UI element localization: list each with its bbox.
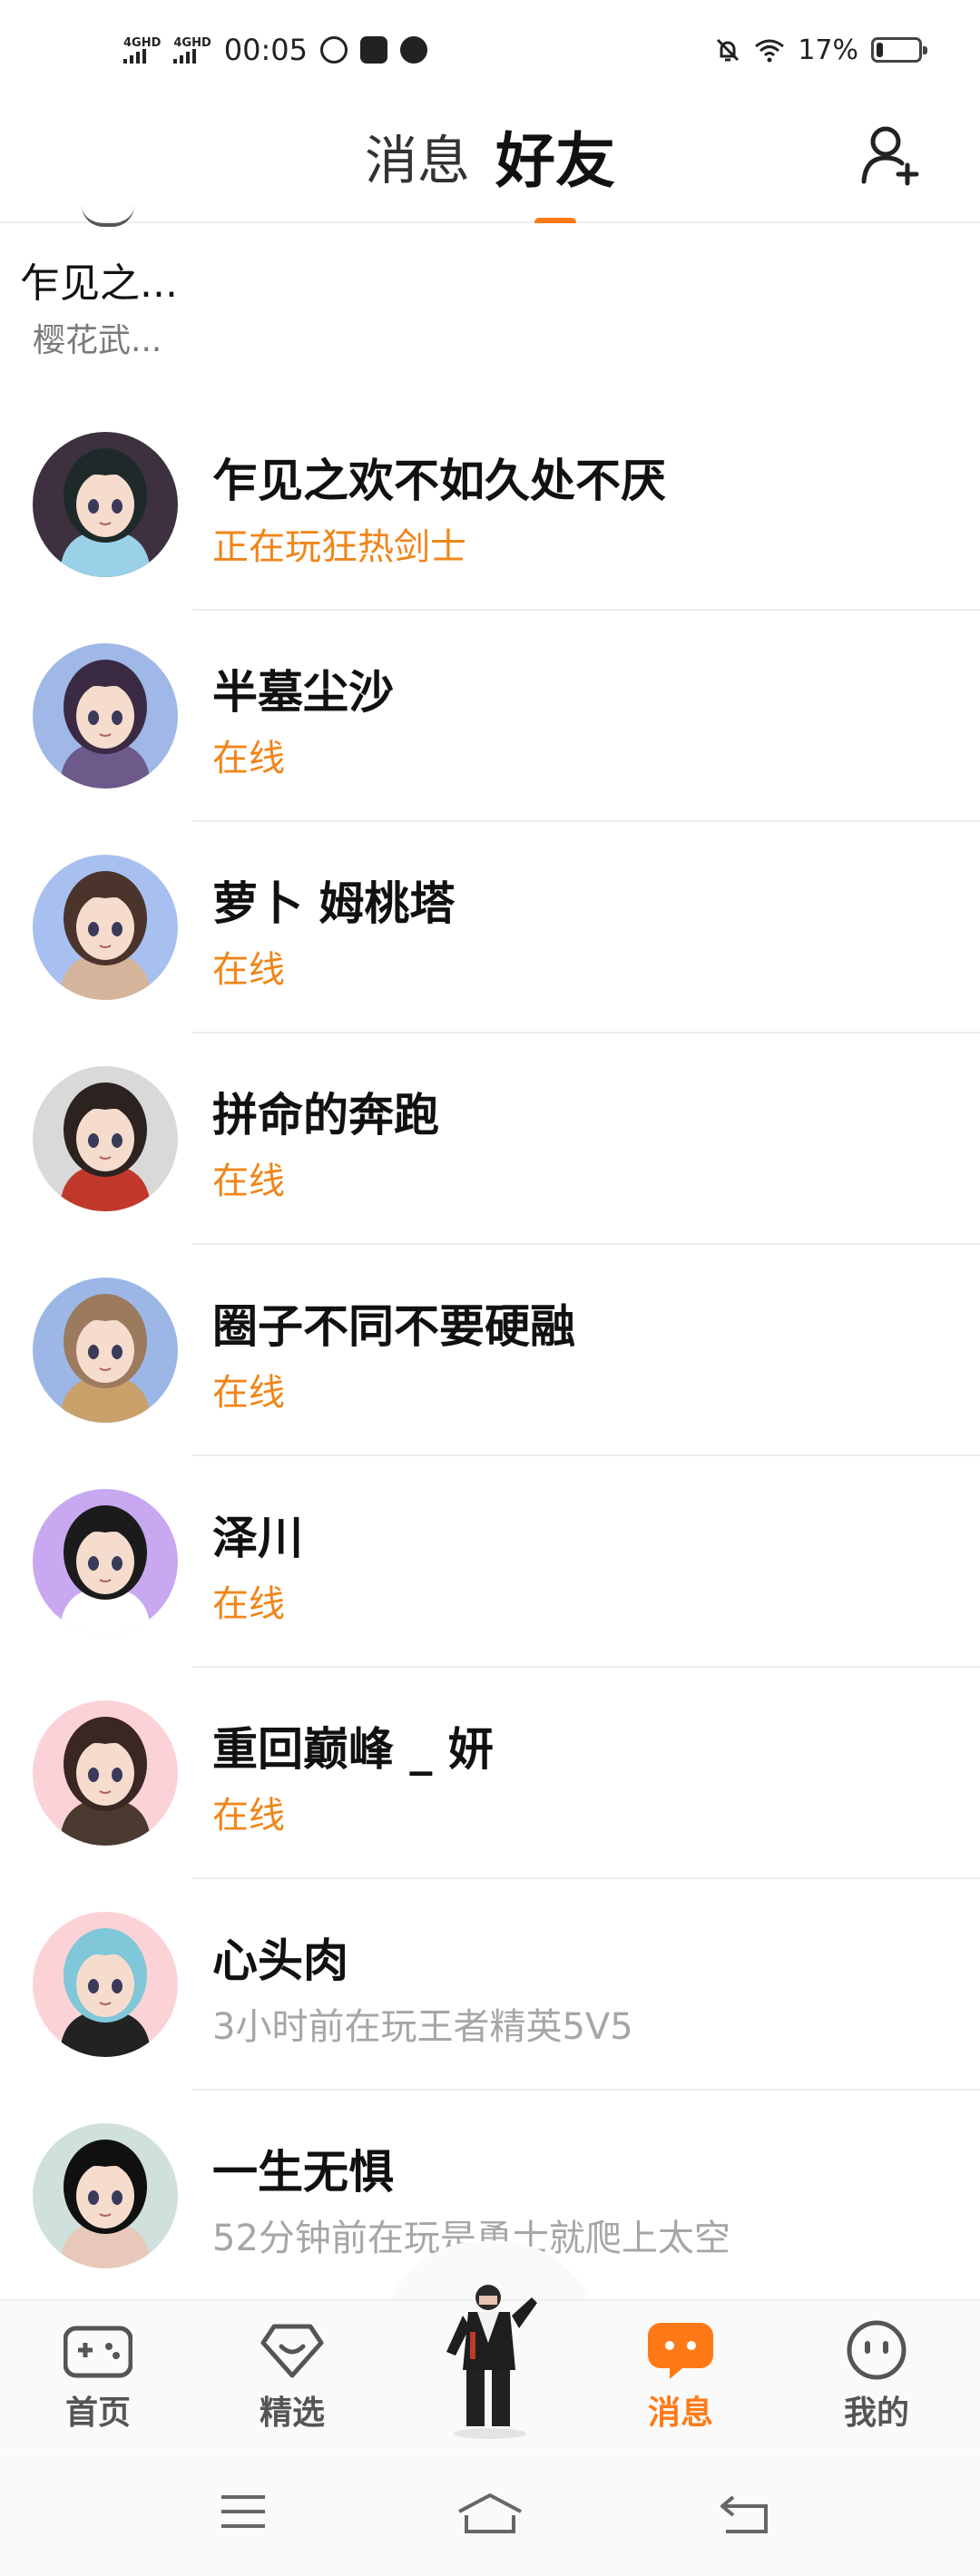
recent-friend-item[interactable]: 乍见之... 樱花武...: [0, 223, 980, 396]
friend-row[interactable]: 泽川 在线: [0, 1456, 980, 1668]
nav-home-label: 首页: [64, 2395, 131, 2432]
friend-name: 一生无惧: [212, 2146, 394, 2199]
smiley-icon: [847, 2320, 906, 2380]
tab-friends[interactable]: 好友: [495, 113, 615, 216]
nav-home[interactable]: 首页: [34, 2319, 162, 2434]
avatar[interactable]: [33, 1278, 178, 1423]
menu-icon[interactable]: [218, 2492, 269, 2532]
home-icon[interactable]: [454, 2492, 526, 2535]
tab-messages[interactable]: 消息: [365, 118, 470, 216]
nav-me[interactable]: 我的: [813, 2319, 940, 2434]
recent-friend-sub: 樱花武...: [33, 322, 162, 359]
friend-name: 乍见之欢不如久处不厌: [212, 455, 666, 507]
status-left: 4GHD 4GHD 00:05: [123, 33, 427, 67]
friend-row[interactable]: 乍见之欢不如久处不厌正在玩狂热剑士: [0, 399, 980, 611]
signal-2-icon: 4GHD: [173, 37, 211, 64]
friend-status: 在线: [212, 1161, 285, 1202]
friend-row[interactable]: 拼命的奔跑 在线: [0, 1033, 980, 1245]
friend-row[interactable]: 心头肉 3小时前在玩王者精英5V5: [0, 1879, 980, 2091]
signal-2-label: 4GHD: [173, 35, 211, 50]
friend-status: 在线: [212, 738, 285, 779]
avatar[interactable]: [33, 643, 178, 788]
friend-name: 重回巅峰 _ 妍: [212, 1723, 494, 1776]
friend-name: 半墓尘沙: [212, 666, 394, 719]
friend-row[interactable]: 圈子不同不要硬融在线: [0, 1245, 980, 1456]
avatar[interactable]: [33, 1912, 178, 2057]
tab-bar: 消息 好友: [0, 118, 980, 216]
gamepad-icon: [64, 2326, 132, 2378]
friend-status: 在线: [212, 1795, 285, 1837]
recent-friend-name: 乍见之...: [20, 260, 178, 307]
friend-status: 在线: [212, 949, 285, 991]
flame-app-icon: [400, 36, 427, 64]
friend-row[interactable]: 半墓尘沙 在线: [0, 611, 980, 822]
nav-messages-label: 消息: [647, 2395, 713, 2432]
nav-me-label: 我的: [843, 2395, 909, 2432]
avatar[interactable]: [33, 2123, 178, 2268]
nav-featured[interactable]: 精选: [229, 2319, 356, 2434]
chat-bubble-icon: [648, 2323, 713, 2379]
friend-status: 3小时前在玩王者精英5V5: [212, 2006, 633, 2048]
wifi-icon: [755, 39, 785, 63]
avatar-peek: [82, 205, 134, 227]
battery-percent: 17%: [798, 34, 858, 66]
tiktok-icon: [360, 36, 387, 64]
signal-1-label: 4GHD: [123, 35, 162, 50]
mute-bell-icon: [717, 38, 740, 62]
avatar[interactable]: [33, 1066, 178, 1211]
friend-status: 在线: [212, 1372, 285, 1414]
friend-name: 萝卜 姆桃塔: [212, 877, 456, 930]
friend-name: 泽川: [212, 1512, 303, 1564]
heart-diamond-icon: [260, 2324, 324, 2378]
friend-status: 在线: [212, 1583, 285, 1625]
nav-featured-label: 精选: [259, 2395, 325, 2432]
back-icon[interactable]: [717, 2492, 771, 2535]
status-bar: 4GHD 4GHD 00:05 17%: [0, 0, 980, 100]
center-character-avatar[interactable]: [436, 2279, 544, 2443]
system-nav-bar: [0, 2450, 980, 2576]
friend-row[interactable]: 重回巅峰 _ 妍在线: [0, 1668, 980, 1879]
friend-status: 正在玩狂热剑士: [212, 526, 466, 568]
add-friend-icon[interactable]: [860, 123, 924, 187]
battery-icon: [871, 37, 927, 63]
notification-app-icon: [320, 36, 348, 64]
nav-messages[interactable]: 消息: [617, 2319, 744, 2434]
signal-1-icon: 4GHD: [123, 37, 161, 64]
avatar[interactable]: [33, 1489, 178, 1634]
friend-name: 心头肉: [212, 1934, 348, 1987]
avatar[interactable]: [33, 432, 178, 577]
friend-name: 拼命的奔跑: [212, 1089, 439, 1141]
status-right: 17%: [714, 34, 927, 66]
header: 消息 好友: [0, 100, 980, 223]
avatar[interactable]: [33, 855, 178, 1000]
friend-list: 乍见之欢不如久处不厌 正在玩狂热剑士 半墓尘沙 在线 萝卜 姆桃塔 在线 拼命的奔跑 在线 圈子…: [0, 399, 980, 2302]
friend-row[interactable]: 萝卜 姆桃塔 在线: [0, 822, 980, 1033]
avatar[interactable]: [33, 1700, 178, 1846]
friend-name: 圈子不同不要硬融: [212, 1300, 575, 1353]
clock: 00:05: [223, 33, 308, 67]
